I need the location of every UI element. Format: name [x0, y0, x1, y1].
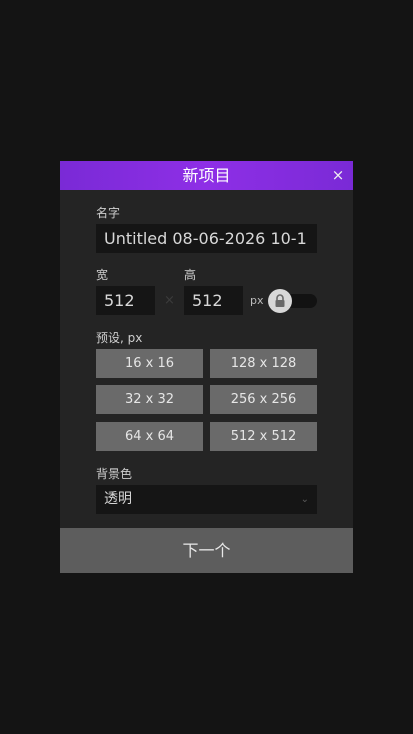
name-label: 名字: [96, 206, 121, 220]
new-project-dialog: 新项目 × 名字 Untitled 08-06-2026 10-1 宽 高 51…: [60, 161, 353, 573]
unit-label: px: [250, 294, 264, 307]
chevron-down-icon: ⌄: [300, 494, 309, 505]
background-select[interactable]: 透明 ⌄: [96, 485, 317, 514]
times-separator: ×: [164, 293, 175, 308]
height-label: 高: [184, 268, 197, 282]
close-icon[interactable]: ×: [329, 166, 347, 184]
width-input[interactable]: 512: [96, 286, 155, 315]
preset-64x64-button[interactable]: 64 x 64: [96, 422, 203, 451]
preset-16x16-button[interactable]: 16 x 16: [96, 349, 203, 378]
preset-256x256-button[interactable]: 256 x 256: [210, 385, 317, 414]
lock-icon[interactable]: [268, 289, 292, 313]
dialog-title: 新项目: [182, 166, 231, 185]
background-select-value: 透明: [104, 491, 132, 507]
width-label: 宽: [96, 268, 109, 282]
next-button[interactable]: 下一个: [60, 528, 353, 573]
preset-32x32-button[interactable]: 32 x 32: [96, 385, 203, 414]
presets-label: 预设, px: [96, 331, 143, 345]
background-label: 背景色: [96, 467, 133, 481]
height-input[interactable]: 512: [184, 286, 243, 315]
dialog-titlebar: 新项目 ×: [60, 161, 353, 190]
preset-512x512-button[interactable]: 512 x 512: [210, 422, 317, 451]
preset-128x128-button[interactable]: 128 x 128: [210, 349, 317, 378]
project-name-input[interactable]: Untitled 08-06-2026 10-1: [96, 224, 317, 253]
